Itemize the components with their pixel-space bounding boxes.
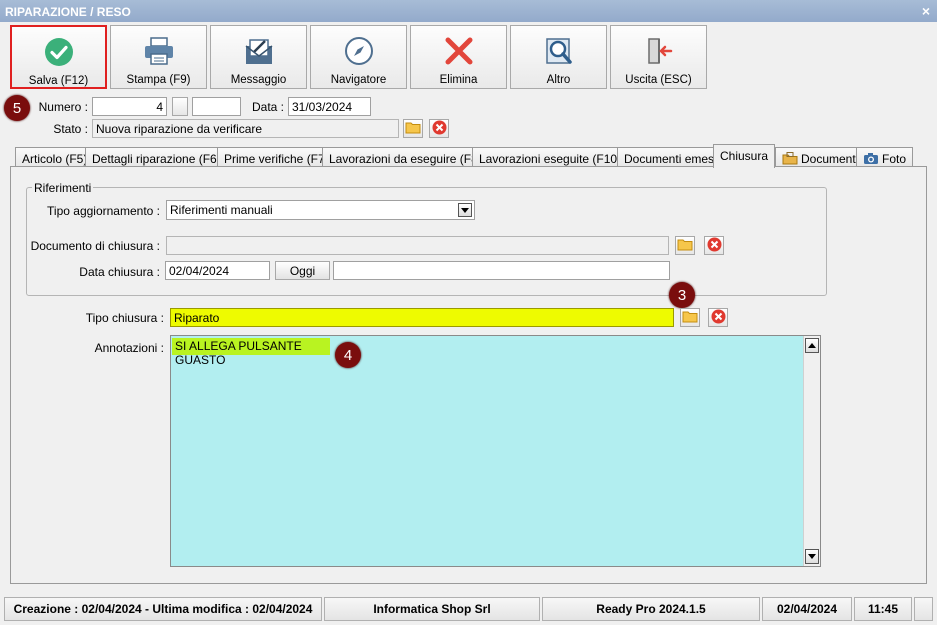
scroll-up-icon[interactable]	[805, 338, 819, 353]
scroll-down-icon[interactable]	[805, 549, 819, 564]
close-icon[interactable]: ×	[922, 3, 930, 19]
tab-lavorazioni-eseguite[interactable]: Lavorazioni eseguite (F10)	[472, 147, 629, 167]
stato-field: Nuova riparazione da verificare	[92, 119, 399, 138]
tipo-chiusura-field[interactable]: Riparato	[170, 308, 674, 327]
stato-clear-button[interactable]	[429, 119, 449, 138]
stato-label: Stato :	[53, 122, 88, 136]
data-chiusura-label: Data chiusura :	[79, 265, 160, 279]
window-title: RIPARAZIONE / RESO	[5, 5, 131, 19]
tab-label: Chiusura	[720, 149, 769, 163]
documento-clear-button[interactable]	[704, 236, 724, 255]
exit-button-label: Uscita (ESC)	[625, 74, 692, 86]
delete-button[interactable]: Elimina	[410, 25, 507, 89]
tipo-aggiornamento-value: Riferimenti manuali	[170, 203, 273, 217]
annotazioni-textarea[interactable]: SI ALLEGA PULSANTE GUASTO	[170, 335, 821, 567]
tab-label: Dettagli riparazione (F6)	[92, 152, 221, 166]
print-button[interactable]: Stampa (F9)	[110, 25, 207, 89]
tab-label: Documenti	[801, 152, 859, 166]
clear-icon	[711, 309, 726, 327]
numero-label: Numero :	[38, 100, 88, 114]
printer-icon	[111, 34, 206, 68]
riferimenti-group-title: Riferimenti	[32, 181, 94, 195]
folder-icon	[677, 238, 693, 254]
status-date: 02/04/2024	[762, 597, 852, 621]
numero-suffix-button[interactable]	[172, 97, 188, 116]
annotazioni-text: SI ALLEGA PULSANTE GUASTO	[172, 338, 330, 367]
stato-browse-button[interactable]	[403, 119, 423, 138]
annotation-badge-5: 5	[4, 95, 30, 121]
clear-icon	[432, 120, 447, 138]
tab-dettagli-riparazione[interactable]: Dettagli riparazione (F6)	[85, 147, 228, 167]
print-button-label: Stampa (F9)	[126, 74, 191, 86]
chevron-down-icon[interactable]	[458, 203, 472, 217]
documento-browse-button[interactable]	[675, 236, 695, 255]
data-label: Data :	[251, 100, 284, 114]
tab-label: Foto	[882, 152, 907, 166]
tipo-aggiornamento-select[interactable]: Riferimenti manuali	[166, 200, 475, 220]
tab-label: Prime verifiche (F7)	[224, 152, 329, 166]
window-titlebar: RIPARAZIONE / RESO ×	[0, 0, 937, 22]
delete-button-label: Elimina	[439, 74, 478, 86]
tipo-chiusura-browse-button[interactable]	[680, 308, 700, 327]
annotation-badge-3: 3	[669, 282, 695, 308]
status-time: 11:45	[854, 597, 912, 621]
clear-icon	[707, 237, 722, 255]
data-field[interactable]: 31/03/2024	[288, 97, 371, 116]
message-button[interactable]: Messaggio	[210, 25, 307, 89]
tipo-chiusura-label: Tipo chiusura :	[85, 311, 164, 325]
navigator-button[interactable]: Navigatore	[310, 25, 407, 89]
folder-icon	[682, 310, 698, 326]
tab-label: Lavorazioni eseguite (F10)	[479, 152, 622, 166]
documento-chiusura-field	[166, 236, 669, 255]
status-version: Ready Pro 2024.1.5	[542, 597, 760, 621]
status-grip	[914, 597, 933, 621]
tab-label: Lavorazioni da eseguire (F8)	[329, 152, 482, 166]
data-chiusura-field[interactable]: 02/04/2024	[165, 261, 270, 280]
tab-foto[interactable]: Foto	[856, 147, 914, 167]
more-button[interactable]: Altro	[510, 25, 607, 89]
tab-articolo[interactable]: Articolo (F5)	[15, 147, 95, 167]
folder-icon	[405, 121, 421, 137]
tab-prime-verifiche[interactable]: Prime verifiche (F7)	[217, 147, 336, 167]
exit-button[interactable]: Uscita (ESC)	[610, 25, 707, 89]
compass-icon	[311, 34, 406, 68]
message-icon	[211, 34, 306, 68]
tab-documenti[interactable]: Documenti	[775, 147, 866, 167]
message-button-label: Messaggio	[230, 74, 287, 86]
numero-suffix-field[interactable]	[192, 97, 241, 116]
exit-door-icon	[611, 34, 706, 68]
documento-chiusura-label: Documento di chiusura :	[30, 239, 160, 253]
annotazioni-scrollbar[interactable]	[803, 336, 820, 566]
navigator-button-label: Navigatore	[330, 74, 387, 86]
save-button[interactable]: Salva (F12)	[10, 25, 107, 89]
annotazioni-label: Annotazioni :	[94, 341, 164, 355]
tab-label: Articolo (F5)	[22, 152, 88, 166]
data-chiusura-note-field[interactable]	[333, 261, 670, 280]
magnifier-icon	[511, 34, 606, 68]
status-bar: Creazione : 02/04/2024 - Ultima modifica…	[4, 597, 933, 623]
save-button-label: Salva (F12)	[28, 75, 89, 87]
annotation-badge-4: 4	[335, 342, 361, 368]
tab-label: Documenti emessi	[624, 152, 723, 166]
status-company: Informatica Shop Srl	[324, 597, 540, 621]
tab-lavorazioni-da-eseguire[interactable]: Lavorazioni da eseguire (F8)	[322, 147, 489, 167]
delete-x-icon	[411, 34, 506, 68]
numero-field[interactable]: 4	[92, 97, 167, 116]
tipo-chiusura-clear-button[interactable]	[708, 308, 728, 327]
tipo-aggiornamento-label: Tipo aggiornamento :	[47, 204, 160, 218]
more-button-label: Altro	[546, 74, 571, 86]
status-dates: Creazione : 02/04/2024 - Ultima modifica…	[4, 597, 322, 621]
oggi-button[interactable]: Oggi	[275, 261, 330, 280]
tab-chiusura[interactable]: Chiusura	[713, 144, 776, 168]
check-circle-icon	[12, 35, 105, 69]
